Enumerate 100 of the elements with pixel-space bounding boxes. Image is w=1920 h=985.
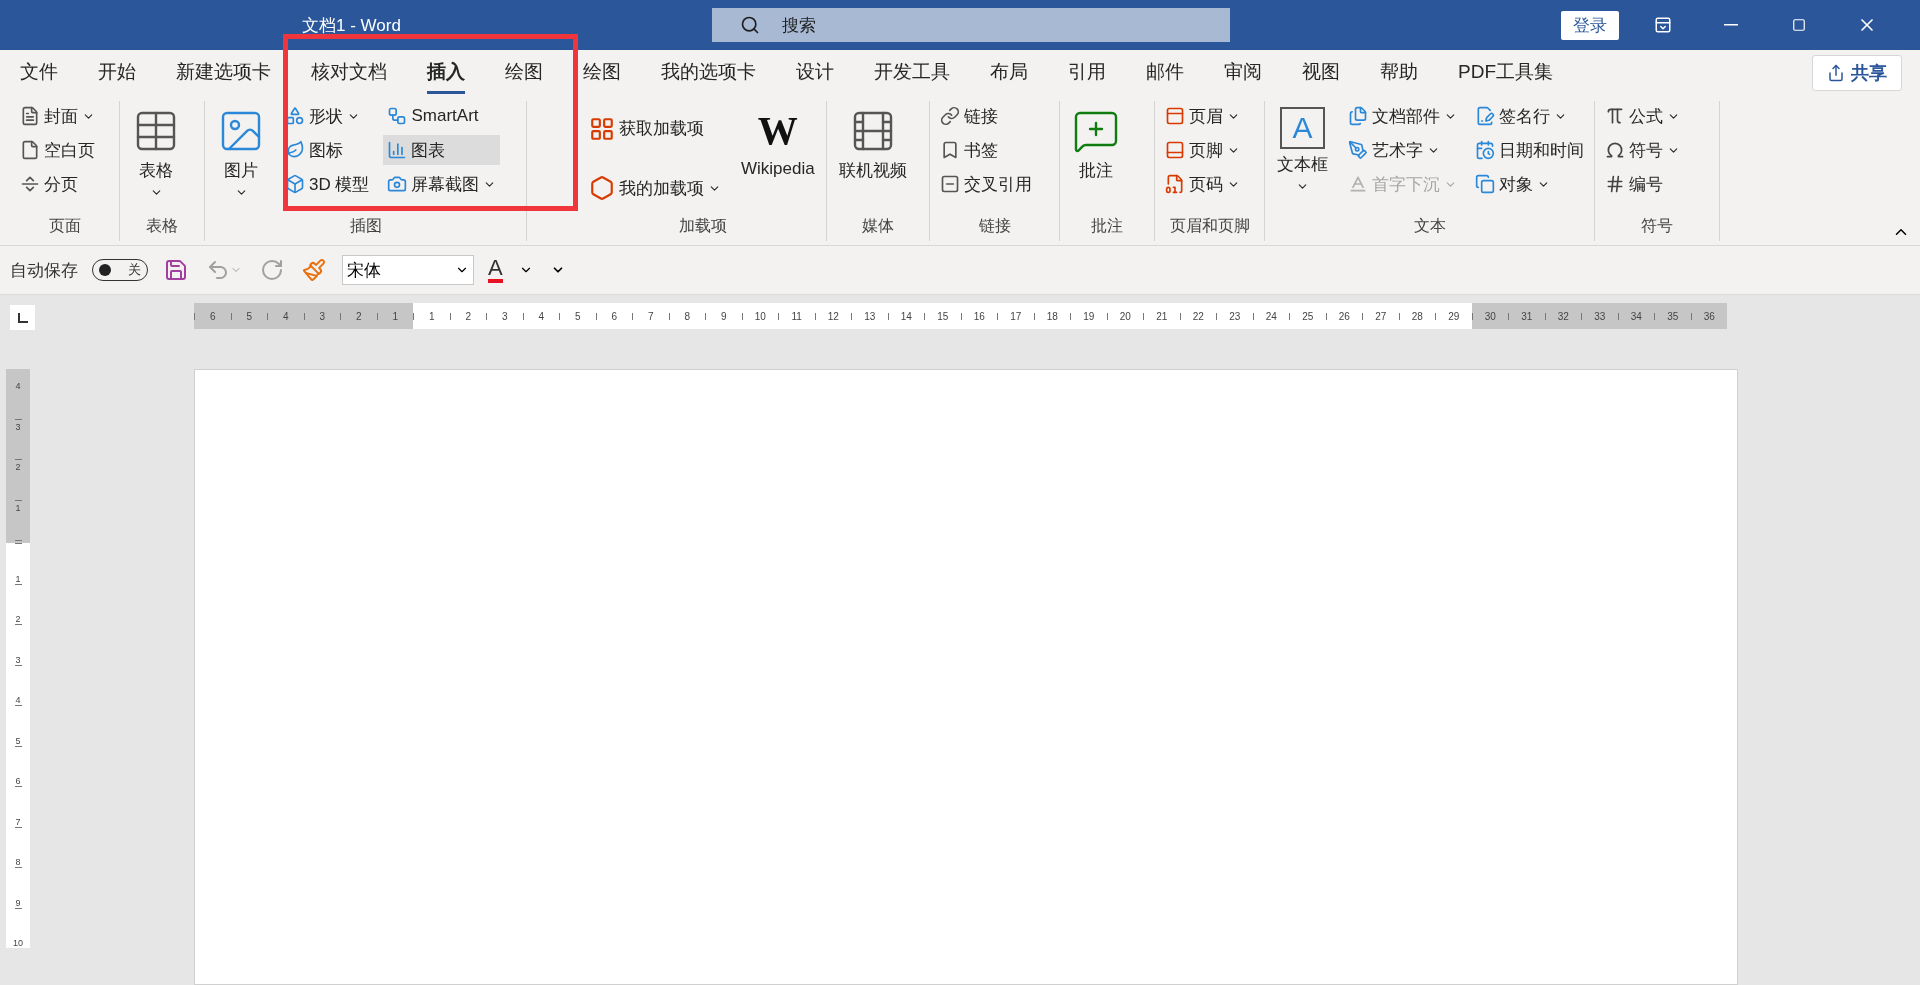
- ruler-number: 23: [1228, 310, 1242, 322]
- ribbon-tab[interactable]: 绘图: [583, 51, 621, 94]
- ribbon-button[interactable]: 页码: [1161, 169, 1244, 199]
- ribbon-tab[interactable]: 新建选项卡: [176, 51, 271, 94]
- ruler-number: 36: [1702, 310, 1716, 322]
- ribbon-tab[interactable]: 绘图: [505, 51, 543, 94]
- ribbon-button[interactable]: 图片: [211, 101, 271, 199]
- share-button[interactable]: 共享: [1812, 54, 1902, 91]
- ribbon-button[interactable]: 书签: [936, 135, 1036, 165]
- ruler-number: 29: [1447, 310, 1461, 322]
- ribbon-button[interactable]: 交叉引用: [936, 169, 1036, 199]
- ruler-number: 8: [683, 310, 692, 322]
- ruler-number: 2: [15, 462, 21, 472]
- ribbon-button[interactable]: A 文本框: [1271, 101, 1334, 193]
- ribbon-tab[interactable]: 审阅: [1224, 51, 1262, 94]
- ruler-number: 16: [972, 310, 986, 322]
- login-button[interactable]: 登录: [1561, 10, 1619, 40]
- ribbon-button[interactable]: 分页: [16, 169, 99, 199]
- ribbon-button[interactable]: 封面: [16, 101, 99, 131]
- font-color-button[interactable]: A: [488, 257, 503, 283]
- ribbon-button[interactable]: 3D 模型: [281, 169, 374, 199]
- ribbon-button[interactable]: 图标: [281, 135, 374, 165]
- ruler-number: 19: [1082, 310, 1096, 322]
- ribbon-button[interactable]: 屏幕截图: [383, 169, 501, 199]
- ruler-number: 1: [15, 502, 21, 513]
- ruler-number: 14: [899, 310, 913, 322]
- ribbon-tab[interactable]: 引用: [1068, 51, 1106, 94]
- search-field[interactable]: 搜索: [712, 8, 1230, 42]
- ribbon-button[interactable]: 链接: [936, 101, 1036, 131]
- ribbon-tab[interactable]: 设计: [796, 51, 834, 94]
- camera-icon: [387, 174, 408, 194]
- drop-cap-icon: [1348, 174, 1368, 194]
- redo-icon: [260, 258, 284, 282]
- ruler-number: 2: [15, 614, 21, 624]
- cube-icon: [285, 174, 305, 194]
- ribbon-tab[interactable]: 开始: [98, 51, 136, 94]
- ribbon-button[interactable]: W Wikipedia: [735, 101, 821, 179]
- ruler-number: 27: [1374, 310, 1388, 322]
- ribbon-button[interactable]: SmartArt: [383, 101, 501, 131]
- ruler-number: 7: [15, 816, 21, 827]
- ribbon-tab[interactable]: 文件: [20, 51, 58, 94]
- ribbon-tab[interactable]: 视图: [1302, 51, 1340, 94]
- ribbon-button[interactable]: 文档部件: [1344, 101, 1461, 131]
- ruler-number: 18: [1045, 310, 1059, 322]
- ruler-number: 25: [1301, 310, 1315, 322]
- page-break-icon: [20, 174, 40, 194]
- ruler-number: 5: [245, 310, 254, 322]
- group-label: 文本: [1412, 216, 1447, 236]
- group-label: 加载项: [677, 216, 728, 236]
- ribbon-tab[interactable]: 我的选项卡: [661, 51, 756, 94]
- ribbon-button[interactable]: 对象: [1471, 169, 1588, 199]
- ribbon-button[interactable]: 艺术字: [1344, 135, 1461, 165]
- ruler-number: 8: [15, 857, 21, 867]
- share-icon: [1827, 63, 1845, 82]
- ribbon-button[interactable]: 页眉: [1161, 101, 1244, 131]
- ribbon-button[interactable]: 日期和时间: [1471, 135, 1588, 165]
- ruler-number: 31: [1520, 310, 1534, 322]
- ruler-number: 3: [318, 310, 327, 322]
- ribbon-button[interactable]: 批注: [1066, 101, 1126, 182]
- signature-icon: [1475, 106, 1495, 126]
- ribbon-tab[interactable]: 核对文档: [311, 51, 387, 94]
- ruler-number: 20: [1118, 310, 1132, 322]
- pi-icon: [1605, 106, 1625, 126]
- ribbon-button[interactable]: 表格: [126, 101, 186, 199]
- ruler-number: 4: [537, 310, 546, 322]
- format-painter-button[interactable]: [300, 256, 328, 284]
- hexagon-icon: [589, 175, 615, 202]
- autosave-label: 自动保存: [10, 259, 78, 282]
- ruler-number: 13: [863, 310, 877, 322]
- ribbon-tab[interactable]: 邮件: [1146, 51, 1184, 94]
- ruler-number: 1: [427, 310, 436, 322]
- ruler-number: 3: [500, 310, 509, 322]
- ribbon-button[interactable]: 获取加载项: [585, 106, 725, 151]
- ribbon-button[interactable]: 图表: [383, 135, 501, 165]
- ribbon-button[interactable]: 联机视频: [833, 101, 913, 182]
- pen-icon: [1348, 140, 1368, 160]
- document-icon: [20, 106, 40, 126]
- ribbon-button[interactable]: 符号: [1601, 135, 1684, 165]
- ribbon-tab[interactable]: 开发工具: [874, 51, 950, 94]
- ribbon-button[interactable]: 空白页: [16, 135, 99, 165]
- ribbon-button[interactable]: 公式: [1601, 101, 1684, 131]
- grid-icon: [589, 115, 615, 142]
- ribbon-tab[interactable]: PDF工具集: [1458, 51, 1553, 94]
- ribbon-button[interactable]: 我的加载项: [585, 166, 725, 211]
- ribbon-tab[interactable]: 布局: [990, 51, 1028, 94]
- ruler-number: 33: [1593, 310, 1607, 322]
- ribbon-button[interactable]: 形状: [281, 101, 374, 131]
- group-label: 媒体: [861, 216, 895, 236]
- tab-selector-button[interactable]: [10, 305, 35, 330]
- group-label: 页面: [47, 216, 82, 236]
- ribbon-tab[interactable]: 帮助: [1380, 51, 1418, 94]
- hash-icon: [1605, 174, 1625, 194]
- ruler-number: 32: [1556, 310, 1570, 322]
- ribbon-button[interactable]: 编号: [1601, 169, 1684, 199]
- ribbon-button[interactable]: 页脚: [1161, 135, 1244, 165]
- ruler-number: 6: [15, 776, 21, 786]
- group-label: 插图: [348, 216, 383, 236]
- font-dropdown[interactable]: 宋体: [342, 255, 474, 285]
- ruler-number: 10: [753, 310, 767, 322]
- ribbon-button[interactable]: 签名行: [1471, 101, 1588, 131]
